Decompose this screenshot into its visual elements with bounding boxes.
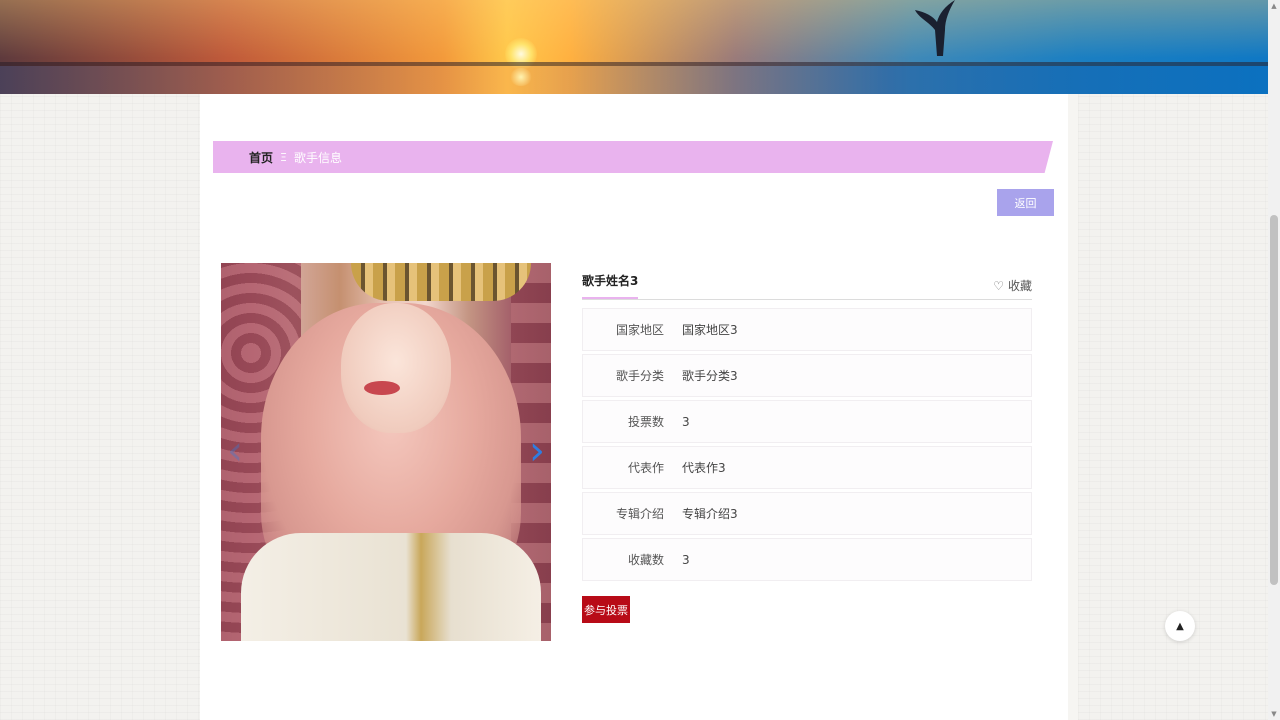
vote-button[interactable]: 参与投票: [582, 596, 630, 623]
chevron-right-icon[interactable]: ›: [529, 431, 545, 471]
back-button[interactable]: 返回: [997, 189, 1054, 216]
info-row-representative-work: 代表作 代表作3: [582, 446, 1032, 489]
info-label: 专辑介绍: [615, 507, 664, 521]
favorite-button[interactable]: ♡ 收藏: [993, 277, 1032, 294]
breadcrumb-separator: Ξ: [280, 150, 287, 164]
singer-name: 歌手姓名3: [582, 272, 639, 299]
chevron-left-icon[interactable]: ‹: [227, 431, 243, 471]
scrollbar-thumb[interactable]: [1270, 215, 1278, 585]
info-label: 投票数: [627, 415, 664, 429]
page-background-left: [0, 94, 200, 720]
dolphin-tail-silhouette: [915, 0, 955, 56]
info-label: 收藏数: [627, 553, 664, 567]
info-row-country: 国家地区 国家地区3: [582, 308, 1032, 351]
info-row-favorites-count: 收藏数 3: [582, 538, 1032, 581]
singer-image-carousel[interactable]: ‹ ›: [221, 263, 551, 641]
breadcrumb-home-link[interactable]: 首页: [249, 149, 273, 166]
info-value: 歌手分类3: [682, 369, 738, 383]
info-row-votes: 投票数 3: [582, 400, 1032, 443]
heart-outline-icon: ♡: [993, 278, 1004, 293]
breadcrumb-current: 歌手信息: [293, 150, 342, 165]
content-panel: 首页 Ξ 歌手信息 返回 ‹ › 歌手姓名3 ♡ 收藏 国家地区 国家地区3 歌…: [200, 94, 1068, 720]
info-value: 专辑介绍3: [682, 507, 738, 521]
info-value: 代表作3: [682, 461, 726, 475]
singer-title-row: 歌手姓名3 ♡ 收藏: [582, 264, 1032, 300]
breadcrumb: 首页 Ξ 歌手信息: [213, 141, 1053, 173]
singer-info-table: 国家地区 国家地区3 歌手分类 歌手分类3 投票数 3 代表作 代表作3 专辑介…: [582, 308, 1032, 581]
back-to-top-button[interactable]: ▲: [1165, 611, 1195, 641]
info-label: 代表作: [627, 461, 664, 475]
caret-up-icon: ▲: [1176, 620, 1184, 632]
scroll-down-icon[interactable]: ▼: [1268, 708, 1280, 720]
singer-details: 歌手姓名3 ♡ 收藏 国家地区 国家地区3 歌手分类 歌手分类3 投票数 3 代…: [582, 264, 1032, 584]
info-row-category: 歌手分类 歌手分类3: [582, 354, 1032, 397]
header-banner: [0, 0, 1268, 94]
info-row-album-intro: 专辑介绍 专辑介绍3: [582, 492, 1032, 535]
info-value: 3: [682, 414, 690, 429]
info-value: 国家地区3: [682, 323, 738, 337]
info-value: 3: [682, 552, 690, 567]
info-label: 歌手分类: [615, 369, 664, 383]
info-label: 国家地区: [615, 323, 664, 337]
favorite-label: 收藏: [1007, 279, 1032, 293]
scroll-up-icon[interactable]: ▲: [1268, 0, 1280, 12]
page-scrollbar[interactable]: ▲ ▼: [1268, 0, 1280, 720]
